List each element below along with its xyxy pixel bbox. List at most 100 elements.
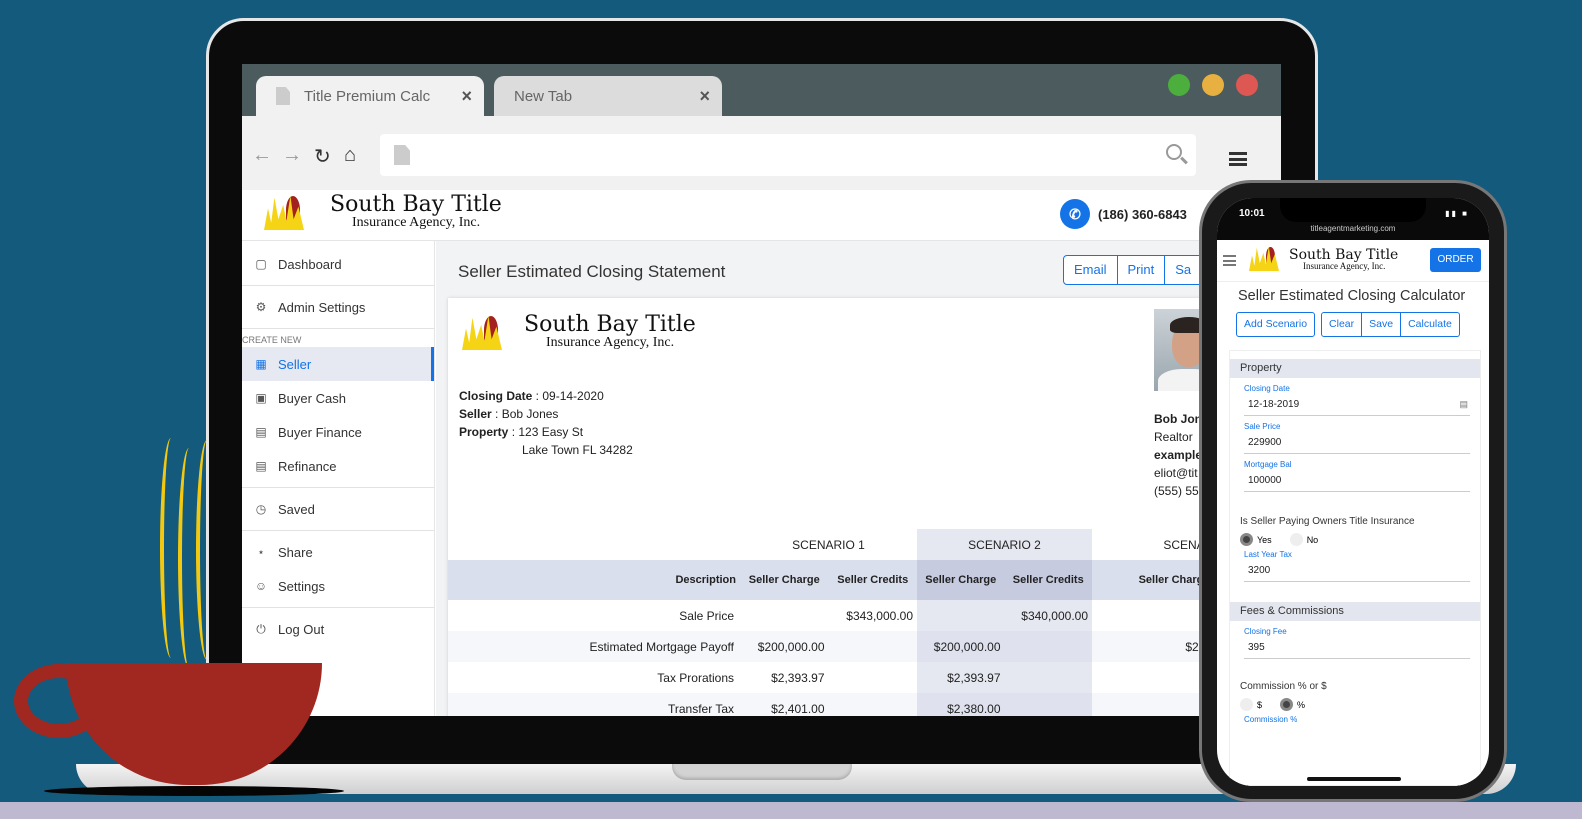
no-radio[interactable] <box>1289 533 1303 546</box>
phone-page-title: Seller Estimated Closing Calculator <box>1238 288 1466 304</box>
percent-radio[interactable] <box>1280 698 1294 711</box>
maximize-dot[interactable] <box>1168 74 1190 96</box>
search-icon[interactable] <box>1166 144 1182 160</box>
field-label: Mortgage Bal <box>1244 460 1292 469</box>
field-label: Commission % <box>1244 715 1298 724</box>
phone-screen: 10:01 ▮▮ ■ titleagentmarketing.com South… <box>1217 198 1489 786</box>
forward-arrow-icon[interactable]: → <box>282 144 302 167</box>
table-row: Estimated Mortgage Payoff $200,000.00 $2… <box>448 631 1281 662</box>
sidebar-item-refinance[interactable]: ▤ Refinance <box>242 449 434 483</box>
agent-email: eliot@tit <box>1154 466 1198 480</box>
document-icon <box>394 145 410 165</box>
commission-field[interactable]: Commission % <box>1244 715 1470 729</box>
order-button[interactable]: ORDER <box>1430 248 1481 272</box>
description-header: Description <box>448 560 740 600</box>
hamburger-menu-icon[interactable] <box>1223 255 1236 266</box>
seller-credits-header: Seller Credits <box>828 560 917 600</box>
address-bar[interactable] <box>380 134 1196 176</box>
sidebar-item-buyer-cash[interactable]: ▣ Buyer Cash <box>242 381 434 415</box>
property-label: Property <box>459 425 509 439</box>
closing-date-label: Closing Date <box>459 389 533 403</box>
phone-form: Property Closing Date 12-18-2019 ▤ Sale P… <box>1229 350 1481 786</box>
calculator-icon: ▤ <box>255 425 267 439</box>
statement-meta: Closing Date : 09-14-2020 Seller : Bob J… <box>459 389 633 457</box>
closing-date-field[interactable]: Closing Date 12-18-2019 ▤ <box>1244 384 1470 416</box>
field-value: 3200 <box>1248 565 1271 576</box>
browser-menu-icon[interactable] <box>1229 152 1247 166</box>
sale-price-field[interactable]: Sale Price 229900 <box>1244 422 1470 454</box>
sidebar-item-settings[interactable]: ☺ Settings <box>242 569 434 603</box>
smartphone: 10:01 ▮▮ ■ titleagentmarketing.com South… <box>1199 180 1507 802</box>
owners-insurance-radios: Yes No <box>1240 533 1480 546</box>
scenario-1-header: SCENARIO 1 <box>792 537 865 552</box>
phone-url: titleagentmarketing.com <box>1310 224 1396 233</box>
cell: $2,393.97 <box>771 670 825 685</box>
cell <box>829 662 918 693</box>
sidebar-item-dashboard[interactable]: ▢ Dashboard <box>242 247 434 281</box>
home-icon[interactable]: ⌂ <box>344 144 356 167</box>
sidebar-item-logout[interactable]: ⏻ Log Out <box>242 612 434 646</box>
saucer <box>44 786 344 796</box>
tab-title-premium-calc[interactable]: Title Premium Calc × <box>256 76 484 116</box>
phone-time: 10:01 <box>1239 208 1265 219</box>
signal-wifi-battery-icon: ▮▮ ■ <box>1445 209 1469 218</box>
cell <box>740 600 829 631</box>
sidebar-item-buyer-finance[interactable]: ▤ Buyer Finance <box>242 415 434 449</box>
last-year-tax-field[interactable]: Last Year Tax 3200 <box>1244 550 1470 582</box>
reload-icon[interactable]: ↻ <box>314 144 331 169</box>
phone-contact[interactable]: ✆ (186) 360-6843 <box>1060 199 1187 229</box>
action-buttons: Email Print Sa <box>1063 255 1203 285</box>
main-content: Seller Estimated Closing Statement Email… <box>436 241 1281 716</box>
back-arrow-icon[interactable]: ← <box>252 144 272 167</box>
print-button[interactable]: Print <box>1117 255 1166 285</box>
clear-button[interactable]: Clear <box>1321 312 1363 337</box>
field-value: 100000 <box>1248 475 1282 486</box>
logo-line1: South Bay Title <box>524 312 696 337</box>
close-icon[interactable]: × <box>461 86 472 107</box>
add-scenario-button[interactable]: Add Scenario <box>1236 312 1316 337</box>
mortgage-bal-field[interactable]: Mortgage Bal 100000 <box>1244 460 1470 492</box>
close-icon[interactable]: × <box>699 86 710 107</box>
building-icon: ▦ <box>255 357 267 371</box>
phone-notch <box>1280 198 1426 222</box>
field-label: Sale Price <box>1244 422 1281 431</box>
minimize-dot[interactable] <box>1202 74 1224 96</box>
sidebar-caption: CREATE NEW <box>242 335 302 345</box>
save-button[interactable]: Save <box>1362 312 1402 337</box>
calendar-icon[interactable]: ▤ <box>1459 399 1468 410</box>
cell: $2,393.97 <box>917 662 1005 693</box>
calculate-button[interactable]: Calculate <box>1401 312 1460 337</box>
closing-table: SCENARIO 1 SCENARIO 2 SCENARI Descriptio… <box>448 529 1281 716</box>
column-header-row: Description Seller Charge Seller Credits… <box>448 560 1281 600</box>
sidebar-item-admin-settings[interactable]: ⚙ Admin Settings <box>242 290 434 324</box>
sidebar-item-label: Dashboard <box>278 256 342 272</box>
sidebar-item-seller[interactable]: ▦ Seller <box>242 347 434 381</box>
sidebar-item-label: Buyer Finance <box>278 424 362 440</box>
table-row: Tax Prorations $2,393.97 $2,393.97 $2,39… <box>448 662 1281 693</box>
sidebar-item-label: Buyer Cash <box>278 390 346 406</box>
grass-logo-icon <box>1249 246 1279 271</box>
field-label: Closing Fee <box>1244 627 1287 636</box>
sidebar-item-label: Log Out <box>278 621 325 637</box>
scenario-header-row: SCENARIO 1 SCENARIO 2 SCENARI <box>448 529 1281 560</box>
close-dot[interactable] <box>1236 74 1258 96</box>
save-button[interactable]: Sa <box>1165 255 1203 285</box>
sidebar: ▢ Dashboard ⚙ Admin Settings CREATE NEW ▦ S… <box>242 241 435 716</box>
sidebar-item-share[interactable]: ⋆ Share <box>242 535 434 569</box>
phone-logo: South Bay Title Insurance Agency, Inc. <box>1249 245 1398 271</box>
email-button[interactable]: Email <box>1063 255 1118 285</box>
gear-icon: ⚙ <box>255 300 267 314</box>
owners-insurance-question: Is Seller Paying Owners Title Insurance <box>1240 516 1415 527</box>
phone-number: (186) 360-6843 <box>1098 206 1187 222</box>
sidebar-item-label: Seller <box>278 356 312 372</box>
tab-new-tab[interactable]: New Tab × <box>494 76 722 116</box>
browser-toolbar: ← → ↻ ⌂ <box>242 116 1281 190</box>
sidebar-item-saved[interactable]: ◷ Saved <box>242 492 434 526</box>
logo-line1: South Bay Title <box>330 192 502 217</box>
table-row: Sale Price $343,000.00 $340,000.00 $ <box>448 600 1281 631</box>
cell <box>1004 631 1092 662</box>
dollar-radio[interactable] <box>1240 698 1253 711</box>
yes-radio[interactable] <box>1240 533 1253 546</box>
closing-fee-field[interactable]: Closing Fee 395 <box>1244 627 1470 659</box>
seller-name: Bob Jones <box>501 407 559 421</box>
